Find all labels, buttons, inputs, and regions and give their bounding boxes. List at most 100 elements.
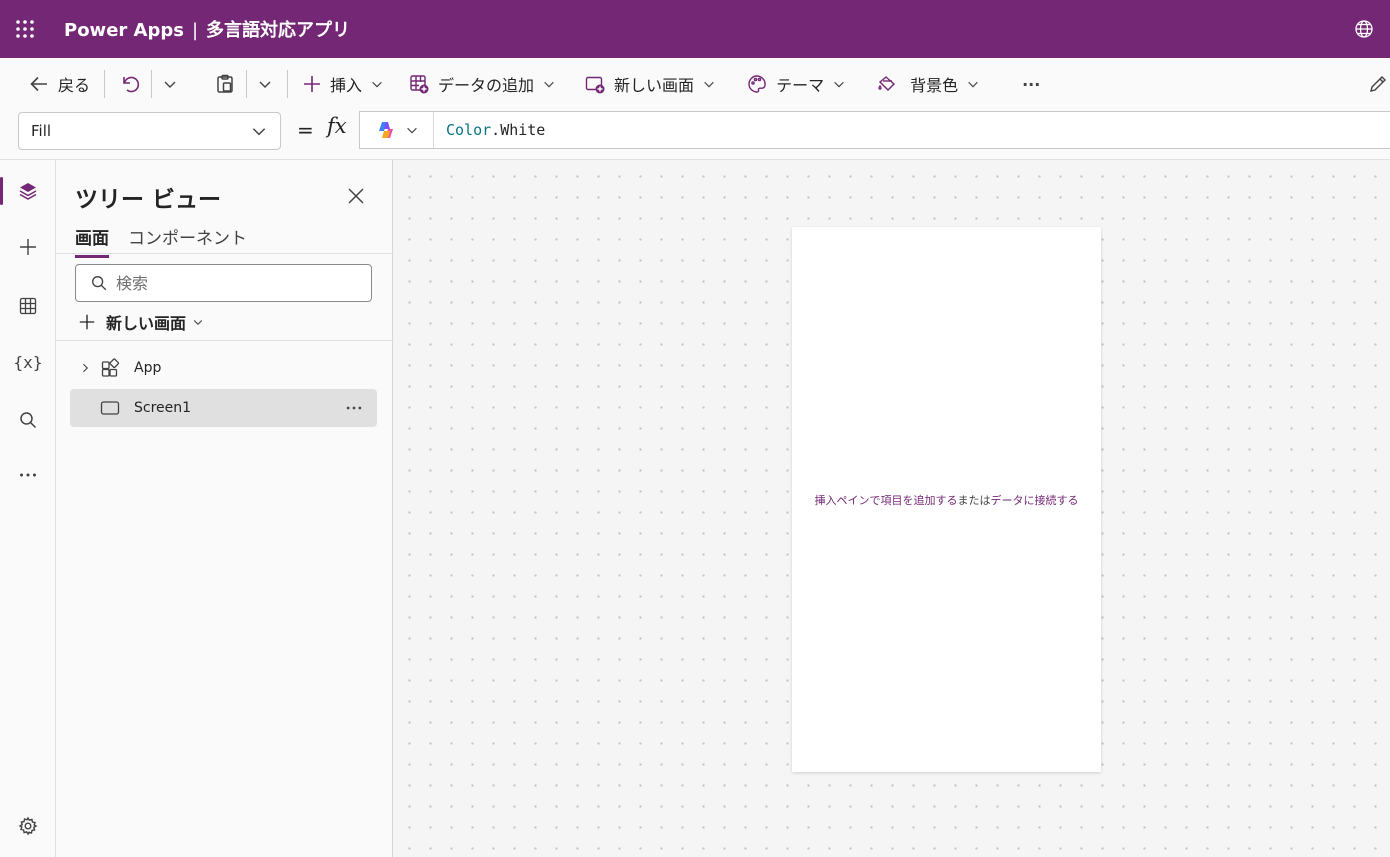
tree-view-pane: ツリー ビュー 画面 コンポーネント 新しい画面 App Screen1 [56,160,393,857]
background-color-button[interactable]: 背景色 [868,66,988,102]
product-name: Power Apps [64,20,184,41]
undo-icon [123,76,140,93]
title-separator: | [191,20,199,41]
paint-bucket-icon [878,76,896,91]
insert-rail-button[interactable] [0,225,56,269]
arrow-left-icon [30,76,47,92]
paste-dropdown-button[interactable] [249,66,281,102]
undo-button[interactable] [111,66,149,102]
tree-new-screen-label: 新しい画面 [106,314,187,333]
tree-item-screen1[interactable]: Screen1 [70,389,377,427]
app-name[interactable]: 多言語対応アプリ [206,20,350,41]
pencil-icon[interactable] [1368,74,1388,98]
screen-icon [100,398,130,418]
search-rail-button[interactable] [0,398,56,442]
fx-icon: fx [327,114,347,138]
app-icon [100,358,130,378]
separator [246,70,248,98]
add-data-label: データの追加 [438,76,535,95]
clipboard-icon [217,74,233,93]
chevron-down-icon [834,81,844,88]
chevron-down-icon [164,81,176,88]
back-button[interactable]: 戻る [20,66,98,102]
app-title: Power Apps | 多言語対応アプリ [64,16,350,42]
command-bar: 戻る 挿入 データの追加 新しい画面 テーマ 背景色 ··· [0,58,1390,110]
tab-components[interactable]: コンポーネント [128,224,247,255]
palette-icon [748,75,766,93]
insert-pane-link[interactable]: 挿入ペインで項目を追加する [815,494,958,507]
chevron-down-icon [544,81,554,88]
chevron-right-icon[interactable] [70,362,100,374]
tab-screens[interactable]: 画面 [75,224,109,258]
search-icon [20,412,37,429]
separator [287,70,289,98]
plus-icon [304,76,321,92]
hint-or: または [957,493,991,507]
formula-member: White [500,121,546,139]
insert-button[interactable]: 挿入 [294,66,392,102]
plus-icon [20,239,36,255]
screen-preview[interactable]: 挿入ペインで項目を追加するまたはデータに接続する [792,227,1101,772]
undo-dropdown-button[interactable] [154,66,186,102]
app-launcher-icon[interactable] [0,0,50,58]
tree-view-title: ツリー ビュー [75,187,222,213]
chevron-down-icon [252,128,266,136]
more-options-icon[interactable] [345,399,363,421]
formula-dot: . [491,121,501,139]
empty-screen-hint: 挿入ペインで項目を追加するまたはデータに接続する [815,492,1079,508]
equals-sign: = [297,118,314,142]
more-commands-button[interactable]: ··· [1014,66,1048,102]
back-label: 戻る [58,76,91,95]
tree-search-box[interactable] [75,264,372,302]
tree-item-app[interactable]: App [70,349,377,387]
chevron-down-icon [704,81,714,88]
theme-label: テーマ [776,76,825,95]
tree-item-label: App [134,360,162,376]
plus-icon [79,314,95,330]
copilot-button[interactable] [360,112,434,148]
design-canvas[interactable]: 挿入ペインで項目を追加するまたはデータに接続する [393,160,1390,857]
search-icon [92,276,107,291]
paste-button[interactable] [206,66,244,102]
add-data-button[interactable]: データの追加 [400,66,564,102]
table-icon [19,297,37,315]
screen-add-icon [585,76,605,94]
chevron-down-icon [193,320,203,326]
new-screen-label: 新しい画面 [614,76,695,95]
formula-text: Color.White [446,121,545,139]
variables-rail-button[interactable]: {x} [0,340,56,384]
app-header: Power Apps | 多言語対応アプリ [0,0,1390,58]
layers-icon [19,183,37,200]
chevron-down-icon [259,81,271,88]
chevron-down-icon [406,127,417,134]
environment-globe-icon[interactable] [1354,19,1374,43]
data-rail-button[interactable] [0,284,56,328]
gear-icon [18,816,38,836]
close-icon[interactable] [346,186,366,210]
formula-object: Color [446,121,492,139]
table-add-icon [410,75,429,94]
divider [56,340,393,341]
settings-rail-button[interactable] [0,804,56,848]
tree-item-label: Screen1 [134,400,192,416]
theme-button[interactable]: テーマ [738,66,854,102]
property-dropdown[interactable]: Fill [18,112,281,150]
formula-input[interactable]: Color.White [359,111,1390,149]
background-color-label: 背景色 [910,76,959,95]
more-icon [20,473,36,477]
insert-label: 挿入 [330,76,363,95]
left-rail: {x} [0,160,56,857]
more-rail-button[interactable] [0,453,56,497]
new-screen-button[interactable]: 新しい画面 [576,66,724,102]
separator [151,70,153,98]
tree-view-rail-button[interactable] [0,169,56,213]
formula-bar: Fill = fx Color.White [0,110,1390,160]
property-value: Fill [31,122,52,140]
chevron-down-icon [968,81,978,88]
tree-search-input[interactable] [116,273,356,293]
copilot-icon [378,122,393,138]
tree-new-screen-button[interactable]: 新しい画面 [78,310,204,334]
separator [104,70,106,98]
connect-data-link[interactable]: データに接続する [991,494,1079,507]
tree-tabs: 画面 コンポーネント [56,222,393,258]
